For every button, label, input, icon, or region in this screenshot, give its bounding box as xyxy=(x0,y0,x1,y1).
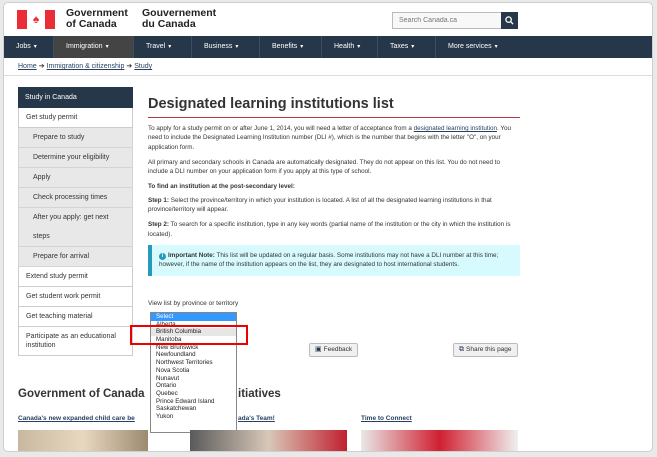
sidebar: Study in Canada Get study permit Prepare… xyxy=(18,87,133,356)
sidebar-item-extend-permit[interactable]: Extend study permit xyxy=(18,267,133,287)
nav-health[interactable]: Health ▾ xyxy=(322,36,378,58)
features-heading: Government of Canada xyxy=(18,388,145,400)
sidebar-item-get-study-permit[interactable]: Get study permit xyxy=(18,108,133,128)
sidebar-item-apply[interactable]: Apply xyxy=(18,168,133,188)
option-select[interactable]: Select xyxy=(151,313,236,321)
gov-fr-wordmark[interactable]: Gouvernement du Canada xyxy=(142,8,216,30)
features-heading-tail: itiatives xyxy=(238,388,281,400)
option-pei[interactable]: Prince Edward Island xyxy=(151,398,236,406)
feature-link-time-to-connect[interactable]: Time to Connect xyxy=(361,415,412,422)
option-newfoundland[interactable]: Newfoundland xyxy=(151,351,236,359)
browser-frame: ♠ Government of Canada Gouvernement du Can… xyxy=(3,2,653,452)
breadcrumb-study[interactable]: Study xyxy=(134,63,152,70)
find-heading: To find an institution at the post-secon… xyxy=(148,183,295,191)
sidebar-item-prepare-to-study[interactable]: Prepare to study xyxy=(18,128,133,148)
main-nav: Jobs ▾ Immigration ▾ Travel ▾ Business ▾ Ben… xyxy=(4,36,652,58)
option-northwest-territories[interactable]: Northwest Territories xyxy=(151,359,236,367)
chevron-down-icon: ▾ xyxy=(33,44,37,50)
nav-immigration[interactable]: Immigration ▾ xyxy=(54,36,134,58)
chevron-down-icon: ▾ xyxy=(235,44,239,50)
chevron-down-icon: ▾ xyxy=(105,44,109,50)
arrow-right-icon: ➔ xyxy=(126,63,133,70)
share-icon: ⧉ xyxy=(459,346,464,353)
gov-en-wordmark[interactable]: Government of Canada xyxy=(66,8,128,30)
nav-benefits[interactable]: Benefits ▾ xyxy=(260,36,322,58)
step2-paragraph: Step 2: To search for a specific institu… xyxy=(148,221,511,238)
search-button[interactable] xyxy=(501,12,518,29)
sidebar-heading[interactable]: Study in Canada xyxy=(18,87,133,108)
option-yukon[interactable]: Yukon xyxy=(151,413,236,421)
nav-jobs[interactable]: Jobs ▾ xyxy=(4,36,54,58)
divider xyxy=(4,75,652,76)
breadcrumb: Home ➔ Immigration & citizenship ➔ Study xyxy=(18,62,152,70)
feature-image-team[interactable] xyxy=(190,430,347,451)
highlight-box xyxy=(130,325,248,345)
title-underline xyxy=(148,117,520,118)
nav-business[interactable]: Business ▾ xyxy=(192,36,260,58)
chevron-down-icon: ▾ xyxy=(357,44,361,50)
chevron-down-icon: ▾ xyxy=(168,44,172,50)
sidebar-item-work-permit[interactable]: Get student work permit xyxy=(18,287,133,307)
option-ontario[interactable]: Ontario xyxy=(151,382,236,390)
nav-travel[interactable]: Travel ▾ xyxy=(134,36,192,58)
info-icon: i xyxy=(159,252,166,260)
sidebar-item-eligibility[interactable]: Determine your eligibility xyxy=(18,148,133,168)
sidebar-item-institution[interactable]: Participate as an educational institutio… xyxy=(18,327,133,356)
sidebar-item-teaching-material[interactable]: Get teaching material xyxy=(18,307,133,327)
nav-taxes[interactable]: Taxes ▾ xyxy=(378,36,436,58)
feature-image-connect[interactable] xyxy=(361,430,518,451)
sidebar-item-prepare-arrival[interactable]: Prepare for arrival xyxy=(18,247,133,267)
feature-link-team[interactable]: ada's Team! xyxy=(238,415,275,422)
search-icon xyxy=(505,16,514,25)
sidebar-item-after-you-apply[interactable]: After you apply: get next steps xyxy=(18,208,133,247)
chevron-down-icon: ▾ xyxy=(411,44,415,50)
option-saskatchewan[interactable]: Saskatchewan xyxy=(151,405,236,413)
feedback-button[interactable]: ▣ Feedback xyxy=(309,343,359,357)
feature-link-child-care[interactable]: Canada's new expanded child care be xyxy=(18,415,135,422)
arrow-right-icon: ➔ xyxy=(38,63,45,70)
canada-flag-logo[interactable]: ♠ xyxy=(17,10,55,29)
sidebar-item-processing-times[interactable]: Check processing times xyxy=(18,188,133,208)
comment-icon: ▣ xyxy=(315,346,322,353)
breadcrumb-immigration[interactable]: Immigration & citizenship xyxy=(47,63,125,70)
option-nunavut[interactable]: Nunavut xyxy=(151,375,236,383)
schools-paragraph: All primary and secondary schools in Can… xyxy=(148,158,501,176)
important-note: i Important Note: This list will be updat… xyxy=(148,244,520,276)
option-nova-scotia[interactable]: Nova Scotia xyxy=(151,367,236,375)
chevron-down-icon: ▾ xyxy=(300,44,304,50)
chevron-down-icon: ▾ xyxy=(494,44,498,50)
feature-image-child-care[interactable] xyxy=(18,430,148,451)
share-button[interactable]: ⧉ Share this page xyxy=(453,343,518,357)
nav-more-services[interactable]: More services ▾ xyxy=(436,36,526,58)
main-content: Designated learning institutions list To… xyxy=(148,95,520,276)
province-select-label: View list by province or territory xyxy=(148,300,239,307)
option-quebec[interactable]: Quebec xyxy=(151,390,236,398)
page-title: Designated learning institutions list xyxy=(148,96,394,112)
intro-paragraph: To apply for a study permit on or after … xyxy=(148,125,512,151)
step1-paragraph: Step 1: Select the province/territory in… xyxy=(148,196,492,214)
breadcrumb-home[interactable]: Home xyxy=(18,63,37,70)
dli-link[interactable]: designated learning institution xyxy=(414,125,497,132)
search-input[interactable] xyxy=(392,12,502,29)
